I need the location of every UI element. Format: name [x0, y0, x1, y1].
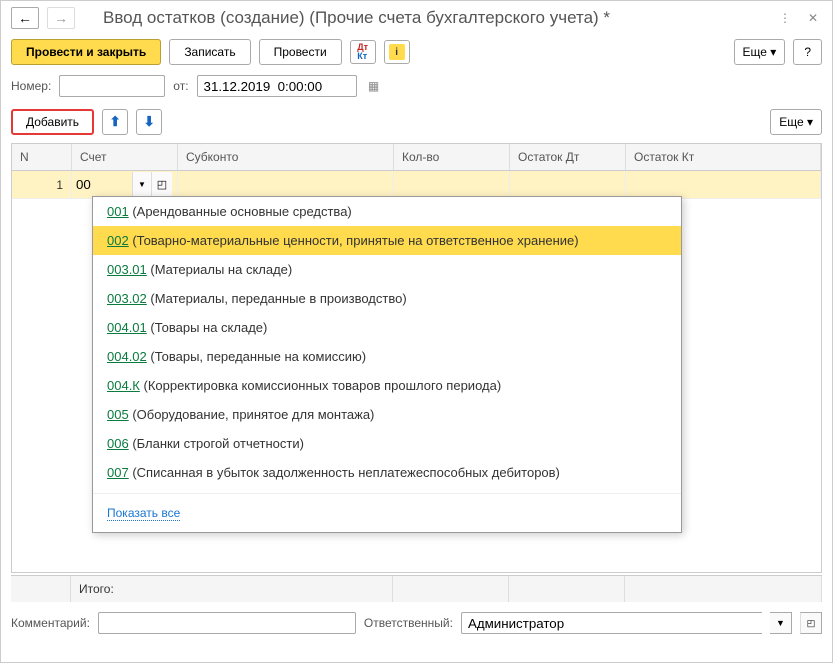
- show-all-link[interactable]: Показать все: [93, 493, 681, 532]
- nav-forward-button[interactable]: →: [47, 7, 75, 29]
- dt-kt-icon[interactable]: ДтКт: [350, 40, 376, 64]
- move-down-button[interactable]: ⬇: [136, 109, 162, 135]
- calendar-icon[interactable]: ▦: [365, 77, 383, 95]
- number-input[interactable]: [59, 75, 165, 97]
- dropdown-item[interactable]: 005 (Оборудование, принятое для монтажа): [93, 400, 681, 429]
- account-dropdown: 001 (Арендованные основные средства)002 …: [92, 196, 682, 533]
- dropdown-item[interactable]: 004.02 (Товары, переданные на комиссию): [93, 342, 681, 371]
- footer-qty: [393, 576, 509, 602]
- add-button[interactable]: Добавить: [11, 109, 94, 135]
- footer-kt: [625, 576, 822, 602]
- cell-kt: [626, 171, 821, 198]
- table-row[interactable]: 1 ▼ ◰: [12, 171, 821, 199]
- window-title: Ввод остатков (создание) (Прочие счета б…: [83, 8, 768, 28]
- col-n[interactable]: N: [12, 144, 72, 170]
- post-close-button[interactable]: Провести и закрыть: [11, 39, 161, 65]
- dropdown-item[interactable]: 006 (Бланки строгой отчетности): [93, 429, 681, 458]
- number-label: Номер:: [11, 79, 51, 93]
- col-qty[interactable]: Кол-во: [394, 144, 510, 170]
- close-icon[interactable]: ✕: [804, 9, 822, 27]
- col-subkonto[interactable]: Субконто: [178, 144, 394, 170]
- dropdown-item[interactable]: 007 (Списанная в убыток задолженность не…: [93, 458, 681, 487]
- table: N Счет Субконто Кол-во Остаток Дт Остато…: [11, 143, 822, 573]
- col-balance-dt[interactable]: Остаток Дт: [510, 144, 626, 170]
- actions-row: Добавить ⬆ ⬇ Еще ▾: [1, 103, 832, 141]
- form-row: Номер: от: ▦: [1, 69, 832, 103]
- cell-qty: [394, 171, 510, 198]
- main-toolbar: Провести и закрыть Записать Провести ДтК…: [1, 35, 832, 69]
- cell-account: ▼ ◰: [72, 171, 178, 198]
- help-button[interactable]: ?: [793, 39, 822, 65]
- dropdown-item[interactable]: 003.01 (Материалы на складе): [93, 255, 681, 284]
- col-balance-kt[interactable]: Остаток Кт: [626, 144, 821, 170]
- more-button[interactable]: Еще ▾: [734, 39, 786, 65]
- dropdown-item[interactable]: 001 (Арендованные основные средства): [93, 197, 681, 226]
- comment-input[interactable]: [98, 612, 356, 634]
- responsible-open-button[interactable]: ◰: [800, 612, 822, 634]
- more-table-button[interactable]: Еще ▾: [770, 109, 822, 135]
- responsible-label: Ответственный:: [364, 616, 453, 630]
- account-input[interactable]: [72, 177, 132, 192]
- titlebar: ← → Ввод остатков (создание) (Прочие сче…: [1, 1, 832, 35]
- cell-dt: [510, 171, 626, 198]
- bottom-row: Комментарий: Ответственный: ▼ ◰: [1, 602, 832, 644]
- nav-back-button[interactable]: ←: [11, 7, 39, 29]
- menu-icon[interactable]: ⋮: [776, 9, 794, 27]
- dropdown-item[interactable]: 004.01 (Товары на складе): [93, 313, 681, 342]
- info-icon-button[interactable]: i: [384, 40, 410, 64]
- comment-label: Комментарий:: [11, 616, 90, 630]
- table-footer: Итого:: [11, 575, 822, 602]
- footer-n: [11, 576, 71, 602]
- responsible-dropdown-button[interactable]: ▼: [770, 612, 792, 634]
- dropdown-item[interactable]: 004.К (Корректировка комиссионных товаро…: [93, 371, 681, 400]
- footer-dt: [509, 576, 625, 602]
- from-label: от:: [173, 79, 188, 93]
- dropdown-item[interactable]: 002 (Товарно-материальные ценности, прин…: [93, 226, 681, 255]
- account-dropdown-button[interactable]: ▼: [132, 172, 152, 198]
- col-account[interactable]: Счет: [72, 144, 178, 170]
- account-open-button[interactable]: ◰: [152, 172, 172, 198]
- move-up-button[interactable]: ⬆: [102, 109, 128, 135]
- cell-n: 1: [12, 171, 72, 198]
- cell-subkonto: [178, 171, 394, 198]
- responsible-input[interactable]: [461, 612, 762, 634]
- footer-total-label: Итого:: [71, 576, 393, 602]
- write-button[interactable]: Записать: [169, 39, 250, 65]
- dropdown-item[interactable]: 003.02 (Материалы, переданные в производ…: [93, 284, 681, 313]
- post-button[interactable]: Провести: [259, 39, 342, 65]
- table-header: N Счет Субконто Кол-во Остаток Дт Остато…: [12, 144, 821, 171]
- date-input[interactable]: [197, 75, 357, 97]
